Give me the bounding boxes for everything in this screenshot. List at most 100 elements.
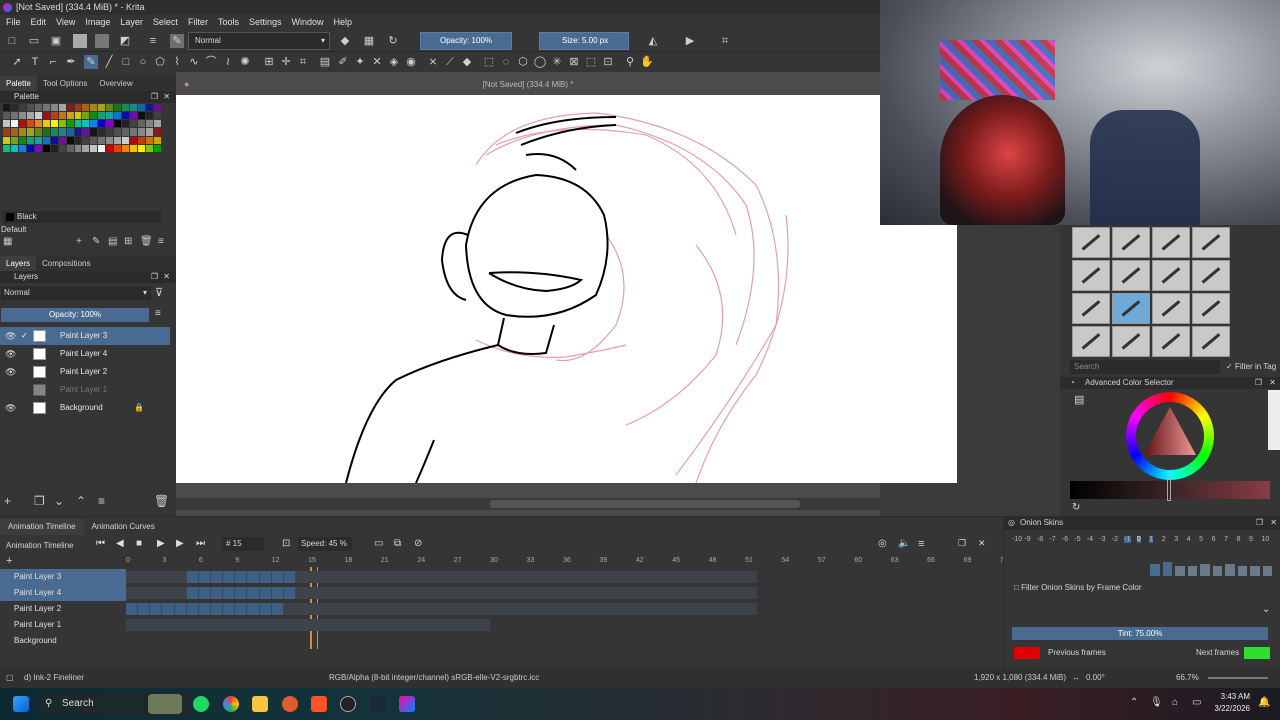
palette-swatch[interactable] [18, 104, 26, 112]
onion-frame-number[interactable]: -6 [1062, 536, 1068, 543]
rotation-icon[interactable]: ↔ [1072, 668, 1080, 688]
brush-preset[interactable] [1152, 293, 1190, 324]
palette-swatch[interactable] [138, 136, 146, 144]
palette-swatch[interactable] [66, 104, 74, 112]
layer-row[interactable]: 👁 Background 🔒 [0, 399, 170, 417]
onion-frame-number[interactable]: 6 [1212, 536, 1216, 543]
obs-icon[interactable] [340, 696, 356, 712]
zoom-icon[interactable]: ⚲ [623, 55, 637, 69]
keyframe[interactable] [198, 571, 211, 583]
palette-swatch[interactable] [74, 144, 82, 152]
menu-tools[interactable]: Tools [218, 15, 239, 30]
last-frame-icon[interactable]: ⏭ [196, 538, 205, 549]
palette-swatch[interactable] [74, 120, 82, 128]
onion-opacity-bar[interactable] [1200, 564, 1210, 576]
tab-animation-timeline[interactable]: Animation Timeline [0, 519, 84, 535]
ellipse-select-icon[interactable]: ◌ [499, 55, 513, 69]
palette-swatch[interactable] [122, 144, 130, 152]
palette-swatch[interactable] [42, 120, 50, 128]
rect-select-icon[interactable]: ⬚ [482, 55, 496, 69]
stop-icon[interactable]: ■ [136, 538, 142, 549]
palette-swatch[interactable] [58, 112, 66, 120]
timeline-layer-row[interactable]: Paint Layer 3 [0, 569, 1000, 585]
palette-swatch[interactable] [10, 136, 18, 144]
brave-icon[interactable] [311, 696, 327, 712]
timeline-layer-name[interactable]: Paint Layer 2 [0, 601, 126, 617]
keyframe[interactable] [210, 603, 224, 615]
palette-swatch[interactable] [146, 112, 154, 120]
palette-swatch[interactable] [18, 128, 26, 136]
next-frame-icon[interactable]: ▶ [176, 538, 184, 549]
keyframe[interactable] [247, 587, 260, 599]
keyframe[interactable] [162, 603, 175, 615]
palette-swatch[interactable] [42, 136, 50, 144]
palette-swatch[interactable] [3, 128, 10, 136]
palette-swatch[interactable] [130, 120, 138, 128]
calligraphy-icon[interactable]: ✒ [64, 55, 78, 69]
palette-swatch[interactable] [154, 136, 161, 144]
palette-swatch[interactable] [34, 128, 42, 136]
keyframe[interactable] [174, 603, 187, 615]
scroll-thumb[interactable] [490, 500, 800, 508]
zoom-slider[interactable] [1208, 677, 1268, 679]
onion-frame-number[interactable]: 10 [1262, 536, 1270, 543]
drop-frames-icon[interactable]: ⊡ [282, 538, 290, 549]
keyframe[interactable] [271, 603, 284, 615]
freehand-select-icon[interactable]: ◯ [533, 55, 547, 69]
no-frame-icon[interactable]: ⊘ [414, 538, 422, 549]
eye-icon[interactable]: 👁 [5, 399, 16, 417]
palette-swatch[interactable] [98, 112, 106, 120]
palette-swatch[interactable] [98, 128, 106, 136]
palette-swatch[interactable] [42, 144, 50, 152]
timeline-layer-row[interactable]: Paint Layer 2 [0, 601, 1000, 617]
palette-swatch[interactable] [146, 104, 154, 112]
palette-swatch[interactable] [50, 112, 58, 120]
palette-swatch[interactable] [122, 120, 130, 128]
palette-swatch[interactable] [58, 104, 66, 112]
palette-swatch[interactable] [42, 112, 50, 120]
palette-swatch[interactable] [26, 104, 34, 112]
palette-swatch[interactable] [122, 128, 130, 136]
palette-swatch[interactable] [130, 104, 138, 112]
first-frame-icon[interactable]: ⏮ [96, 538, 105, 549]
layer-properties-icon[interactable]: ≡ [98, 494, 105, 508]
float-icon[interactable]: ❐ [958, 538, 966, 549]
palette-swatch[interactable] [114, 120, 122, 128]
brush-search-input[interactable]: Search [1070, 360, 1220, 374]
close-icon[interactable]: ✕ [163, 271, 170, 283]
brush-preset[interactable] [1192, 260, 1230, 291]
open-folder-icon[interactable]: ▭ [27, 34, 41, 48]
menu-filter[interactable]: Filter [188, 15, 208, 30]
palette-swatch[interactable] [74, 128, 82, 136]
keyframe[interactable] [210, 587, 224, 599]
fill-tool-icon[interactable]: ◈ [387, 55, 401, 69]
file-explorer-icon[interactable] [252, 696, 268, 712]
keyframe[interactable] [223, 603, 236, 615]
keyframe[interactable] [126, 603, 139, 615]
tab-compositions[interactable]: Compositions [36, 256, 96, 272]
eye-icon[interactable]: 👁 [5, 363, 16, 381]
keyframe[interactable] [186, 571, 199, 583]
transform-icon[interactable]: ⊞ [262, 55, 276, 69]
smart-patch-icon[interactable]: ✦ [353, 55, 367, 69]
refresh-icon[interactable]: ↻ [1072, 502, 1080, 513]
edit-shapes-icon[interactable]: ⌐ [46, 55, 60, 69]
rotation-value[interactable]: 0.00° [1086, 668, 1105, 688]
play-icon[interactable]: ▶ [157, 538, 165, 549]
chevron-up-icon[interactable]: ⌃ [1130, 697, 1138, 708]
palette-swatch[interactable] [58, 128, 66, 136]
palette-swatch[interactable] [3, 112, 10, 120]
palette-swatch[interactable] [26, 112, 34, 120]
palette-swatch[interactable] [34, 112, 42, 120]
keyframe[interactable] [223, 587, 236, 599]
brush-preset[interactable] [1072, 326, 1110, 357]
filter-icon[interactable]: ⊽ [155, 286, 163, 299]
ellipse-tool-icon[interactable]: ○ [136, 55, 150, 69]
keyframe[interactable] [223, 571, 236, 583]
palette-swatch[interactable] [26, 144, 34, 152]
tab-layers[interactable]: Layers [0, 256, 37, 272]
size-slider[interactable]: Size: 5.00 px [539, 32, 629, 50]
float-icon[interactable]: ❐ [151, 271, 158, 283]
palette-swatch[interactable] [146, 120, 154, 128]
layer-row[interactable]: 👁 Paint Layer 2 [0, 363, 170, 381]
